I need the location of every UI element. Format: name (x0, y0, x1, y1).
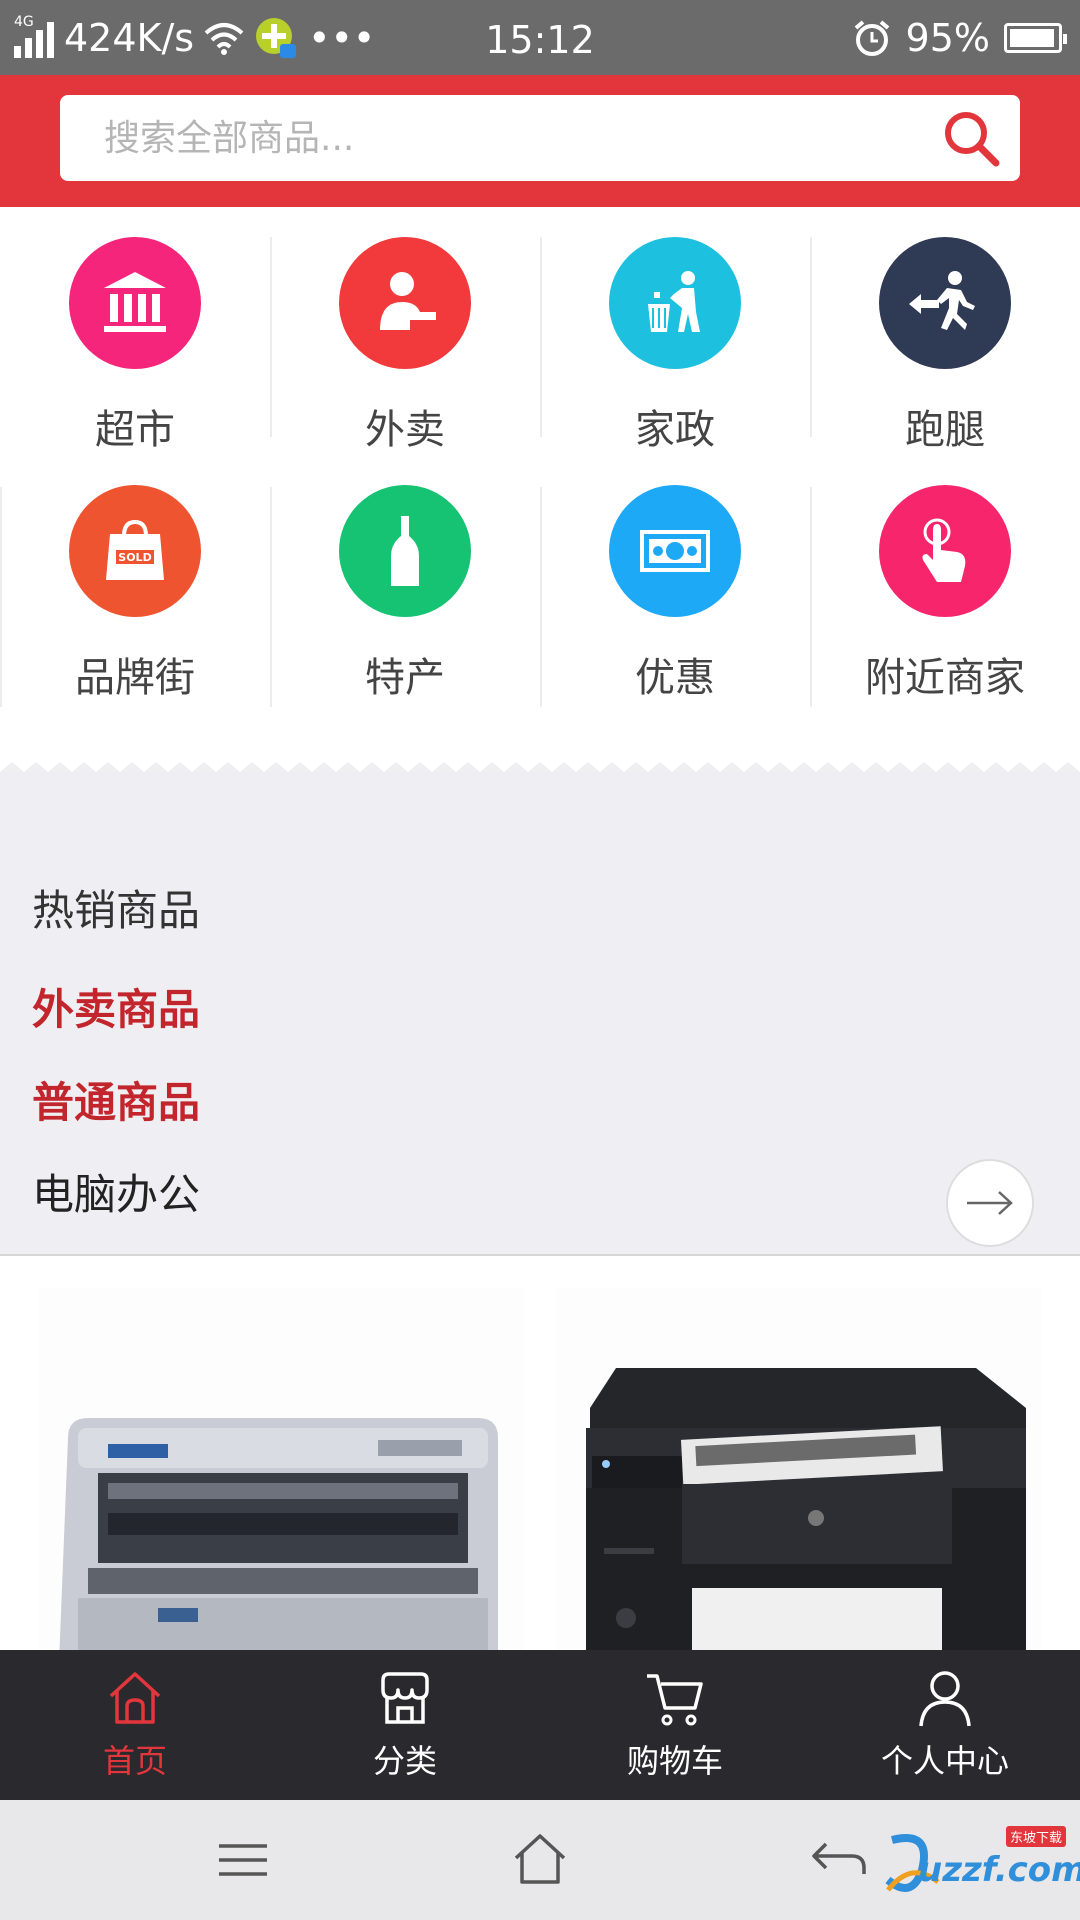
hot-products-section: 热销商品 外卖商品 普通商品 电脑办公 (0, 783, 1080, 1256)
search-box[interactable] (60, 95, 1020, 181)
category-discount[interactable]: 优惠 (540, 455, 810, 703)
bottom-tab-bar: 首页 分类 购物车 个人中心 (0, 1650, 1080, 1800)
search-header (0, 75, 1080, 207)
category-icon-circle: SOLD (69, 485, 201, 617)
person-icon (919, 1671, 971, 1727)
category-icon-circle (339, 237, 471, 369)
tab-label: 个人中心 (880, 1742, 1009, 1780)
status-bar: 4G 424K/s ••• 15:12 95% (0, 0, 1080, 75)
category-label: 超市 (95, 407, 175, 453)
laser-printer-image (556, 1288, 1042, 1650)
search-icon[interactable] (940, 107, 1002, 169)
tab-label: 首页 (102, 1742, 167, 1780)
menu-icon[interactable] (213, 1830, 273, 1890)
product-card[interactable] (556, 1288, 1042, 1650)
bottle-icon (391, 516, 419, 586)
zigzag-divider (0, 762, 1080, 784)
section-title: 热销商品 (32, 886, 201, 935)
category-label: 附近商家 (865, 655, 1025, 701)
takeout-goods-link[interactable]: 外卖商品 (32, 976, 200, 1037)
tab-category[interactable]: 分类 (270, 1650, 540, 1800)
search-input[interactable] (104, 95, 924, 181)
trash-can-person-icon (648, 271, 700, 332)
category-specialty[interactable]: 特产 (270, 455, 540, 703)
category-housekeeping[interactable]: 家政 (540, 207, 810, 455)
category-icon-circle (609, 485, 741, 617)
arrow-right-icon (967, 1191, 1013, 1215)
cart-icon (647, 1674, 703, 1726)
category-nearby-merchants[interactable]: 附近商家 (810, 455, 1080, 703)
back-icon[interactable] (810, 1830, 870, 1890)
delivery-person-icon (380, 272, 436, 330)
home-icon (109, 1672, 161, 1724)
tab-cart[interactable]: 购物车 (540, 1650, 810, 1800)
regular-goods-link[interactable]: 普通商品 (32, 1069, 200, 1130)
tab-profile[interactable]: 个人中心 (810, 1650, 1080, 1800)
dot-matrix-printer-image (38, 1288, 524, 1650)
more-button[interactable] (946, 1159, 1034, 1247)
product-card[interactable] (38, 1288, 524, 1650)
alarm-icon (854, 19, 889, 56)
category-icon-circle (879, 237, 1011, 369)
category-icon-circle (609, 237, 741, 369)
watermark-tag: 东坡下载 (1005, 1826, 1066, 1847)
running-errand-icon (909, 271, 975, 330)
shopping-bag-sold-icon: SOLD (106, 519, 164, 580)
category-icon-circle (879, 485, 1011, 617)
category-takeout[interactable]: 外卖 (270, 207, 540, 455)
category-supermarket[interactable]: 超市 (0, 207, 270, 455)
tab-home[interactable]: 首页 (0, 1650, 270, 1800)
product-grid (0, 1258, 1080, 1650)
system-nav-bar: 东坡下载 uzzf.com (0, 1800, 1080, 1920)
tab-label: 分类 (372, 1742, 437, 1780)
category-label: 特产 (365, 655, 445, 701)
bank-icon (104, 272, 166, 332)
home-nav-icon[interactable] (510, 1830, 570, 1890)
category-icon-circle (339, 485, 471, 617)
category-icon-circle (69, 237, 201, 369)
category-label: 优惠 (635, 655, 715, 701)
tab-label: 购物车 (626, 1742, 723, 1780)
tap-hand-icon (922, 518, 966, 582)
category-grid: 超市 外卖 家政 跑腿 SOLD 品牌街 特产 优惠 附近商家 (0, 207, 1080, 727)
category-label: 品牌街 (75, 655, 195, 701)
watermark-text: uzzf.com (918, 1850, 1080, 1890)
svg-text:SOLD: SOLD (118, 551, 151, 564)
watermark-logo: 东坡下载 uzzf.com (882, 1820, 1080, 1900)
category-label: 家政 (635, 407, 715, 453)
battery-icon (1004, 22, 1067, 53)
money-bill-icon (640, 530, 710, 572)
battery-percent: 95% (905, 15, 990, 60)
category-label: 外卖 (365, 407, 445, 453)
category-label: 跑腿 (905, 407, 985, 453)
category-brand-street[interactable]: SOLD 品牌街 (0, 455, 270, 703)
category-errand[interactable]: 跑腿 (810, 207, 1080, 455)
computer-office-link[interactable]: 电脑办公 (32, 1161, 200, 1222)
store-icon (381, 1672, 429, 1724)
